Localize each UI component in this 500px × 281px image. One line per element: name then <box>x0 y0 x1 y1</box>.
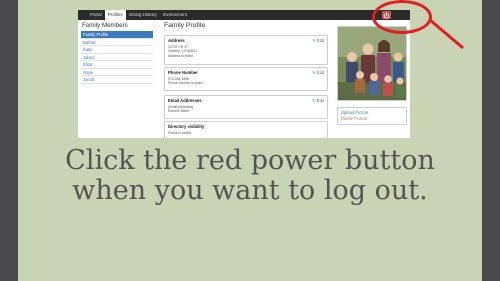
instruction-caption: Click the red power button when you want… <box>18 146 482 206</box>
caption-line-2: when you want to log out. <box>72 175 428 206</box>
caption-line-1: Click the red power button <box>65 145 435 176</box>
pointer-arrow <box>429 18 464 50</box>
